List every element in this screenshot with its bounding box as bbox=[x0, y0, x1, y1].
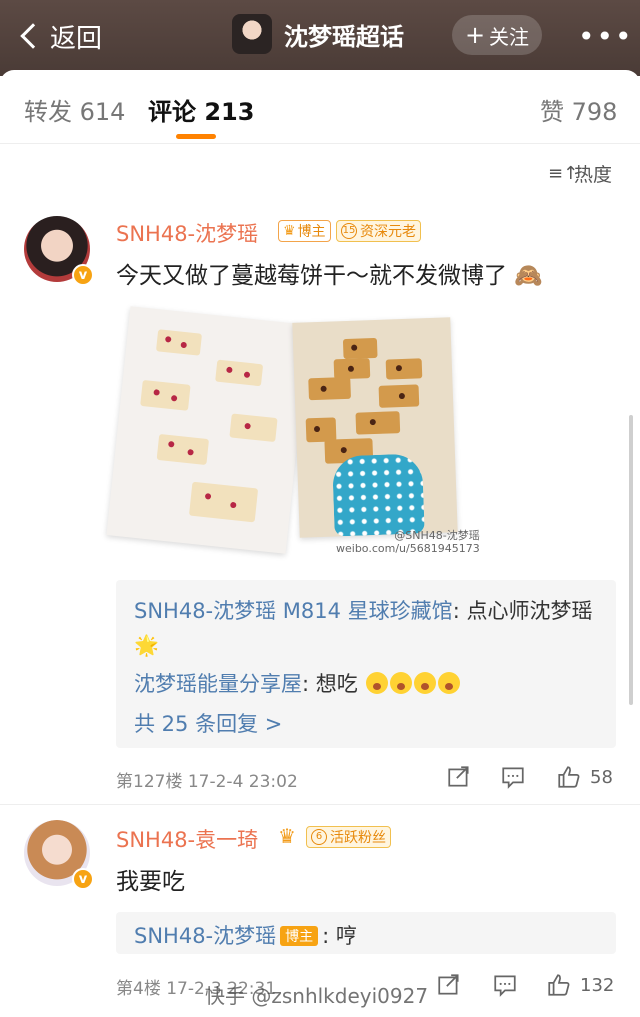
comment-image[interactable]: @SNH48-沈梦瑶 weibo.com/u/5681945173 bbox=[106, 295, 480, 565]
comment-username[interactable]: SNH48-袁一琦 bbox=[116, 824, 258, 854]
back-button[interactable]: 返回 bbox=[18, 16, 102, 56]
host-badge-label: 博主 bbox=[297, 224, 326, 240]
fan-level-label: 活跃粉丝 bbox=[330, 830, 386, 846]
scrollbar[interactable] bbox=[629, 415, 633, 705]
like-count: 132 bbox=[580, 974, 615, 996]
host-tag: 博主 bbox=[280, 926, 319, 946]
reply-button[interactable] bbox=[500, 764, 526, 790]
top-navigation-bar: 返回 沈梦瑶超话 + 关注 ••• bbox=[0, 0, 640, 76]
plus-icon: + bbox=[464, 21, 486, 49]
fan-level-badge: 15 资深元老 bbox=[336, 220, 421, 242]
crown-icon: ♛ bbox=[283, 223, 296, 239]
fan-level-number: 15 bbox=[341, 223, 357, 239]
comment-meta: 第127楼 17-2-4 23:02 bbox=[116, 772, 298, 792]
drooling-face-icon bbox=[414, 672, 437, 694]
comments-sheet: 转发 614 评论 213 赞 798 ≡↑ 热度 v SNH48-沈梦瑶 ♛ … bbox=[0, 70, 640, 1017]
chevron-left-icon bbox=[20, 23, 46, 49]
reply-preview-box[interactable]: SNH48-沈梦瑶 M814 星球珍藏馆: 点心师沈梦瑶 🌟 沈梦瑶能量分享屋:… bbox=[116, 580, 616, 748]
reply-text: : 想吃 bbox=[302, 672, 358, 696]
watermark-url: weibo.com/u/5681945173 bbox=[336, 542, 480, 555]
comment-icon bbox=[502, 767, 524, 789]
oven-mitt bbox=[331, 453, 425, 537]
comment-text-content: 今天又做了蔓越莓饼干～就不发微博了 bbox=[116, 263, 507, 289]
supertopic-avatar bbox=[232, 14, 272, 54]
glowing-star-emoji: 🌟 bbox=[134, 633, 159, 657]
drooling-face-icon bbox=[390, 672, 413, 694]
follow-button[interactable]: + 关注 bbox=[452, 15, 542, 55]
share-icon bbox=[448, 766, 469, 787]
drooling-face-icon bbox=[366, 672, 389, 694]
fan-level-label: 资深元老 bbox=[360, 224, 416, 240]
fan-level-badge: 6 活跃粉丝 bbox=[306, 826, 391, 848]
repost-button[interactable] bbox=[436, 972, 462, 998]
fan-level-number: 6 bbox=[311, 829, 327, 845]
image-watermark: @SNH48-沈梦瑶 weibo.com/u/5681945173 bbox=[336, 529, 480, 555]
reply-text: : 哼 bbox=[322, 924, 357, 948]
sort-label: 热度 bbox=[574, 164, 613, 186]
reply-item: SNH48-沈梦瑶 博主: 哼 bbox=[134, 920, 357, 950]
tab-comments[interactable]: 评论 213 bbox=[148, 92, 254, 127]
active-tab-indicator bbox=[176, 134, 216, 139]
back-label: 返回 bbox=[50, 23, 103, 54]
verified-icon: v bbox=[72, 868, 94, 890]
sort-by-hot-button[interactable]: ≡↑ 热度 bbox=[548, 160, 612, 187]
baked-cookies-photo bbox=[292, 317, 458, 538]
reply-username[interactable]: SNH48-沈梦瑶 M814 星球珍藏馆 bbox=[134, 599, 453, 623]
reply-item: 沈梦瑶能量分享屋: 想吃 bbox=[134, 668, 461, 698]
tab-repost[interactable]: 转发 614 bbox=[24, 92, 125, 127]
footer-watermark: 快手 @zsnhlkdeyi0927 bbox=[205, 984, 429, 1008]
share-icon bbox=[438, 974, 459, 995]
crown-icon: ♛ bbox=[278, 824, 296, 848]
comment-icon bbox=[494, 975, 516, 997]
comment-text: 我要吃 bbox=[116, 869, 185, 895]
like-button[interactable]: 132 bbox=[546, 972, 614, 998]
tab-bar: 转发 614 评论 213 赞 798 bbox=[0, 70, 640, 144]
cranberry-cookies-photo bbox=[106, 306, 310, 554]
watermark-handle: @SNH48-沈梦瑶 bbox=[394, 529, 480, 542]
comment-divider bbox=[0, 804, 640, 805]
reply-item: SNH48-沈梦瑶 M814 星球珍藏馆: 点心师沈梦瑶 🌟 bbox=[134, 594, 604, 662]
drooling-face-icon bbox=[438, 672, 461, 694]
view-all-replies-link[interactable]: 共 25 条回复 > bbox=[134, 708, 282, 738]
reply-button[interactable] bbox=[492, 972, 518, 998]
reply-username[interactable]: SNH48-沈梦瑶 bbox=[134, 924, 276, 948]
like-count: 58 bbox=[590, 766, 613, 788]
monkey-emoji: 🙈 bbox=[514, 263, 543, 289]
follow-label: 关注 bbox=[489, 24, 530, 49]
reply-username[interactable]: 沈梦瑶能量分享屋 bbox=[134, 672, 302, 696]
supertopic-title[interactable]: 沈梦瑶超话 bbox=[232, 14, 404, 54]
page-title: 沈梦瑶超话 bbox=[284, 22, 404, 51]
verified-icon: v bbox=[72, 264, 94, 286]
comment-text: 今天又做了蔓越莓饼干～就不发微博了 🙈 bbox=[116, 256, 543, 290]
reply-preview-box[interactable]: SNH48-沈梦瑶 博主: 哼 bbox=[116, 912, 616, 954]
thumbs-up-icon bbox=[548, 974, 570, 996]
thumbs-up-icon bbox=[558, 766, 580, 788]
comment-username[interactable]: SNH48-沈梦瑶 bbox=[116, 218, 258, 248]
like-button[interactable]: 58 bbox=[556, 764, 613, 790]
host-badge: ♛ 博主 bbox=[278, 220, 331, 242]
sort-icon: ≡↑ bbox=[548, 163, 579, 184]
repost-button[interactable] bbox=[446, 764, 472, 790]
reply-text: : 点心师沈梦瑶 bbox=[452, 599, 593, 623]
tab-likes[interactable]: 赞 798 bbox=[540, 92, 617, 127]
more-options-icon[interactable]: ••• bbox=[578, 20, 634, 53]
